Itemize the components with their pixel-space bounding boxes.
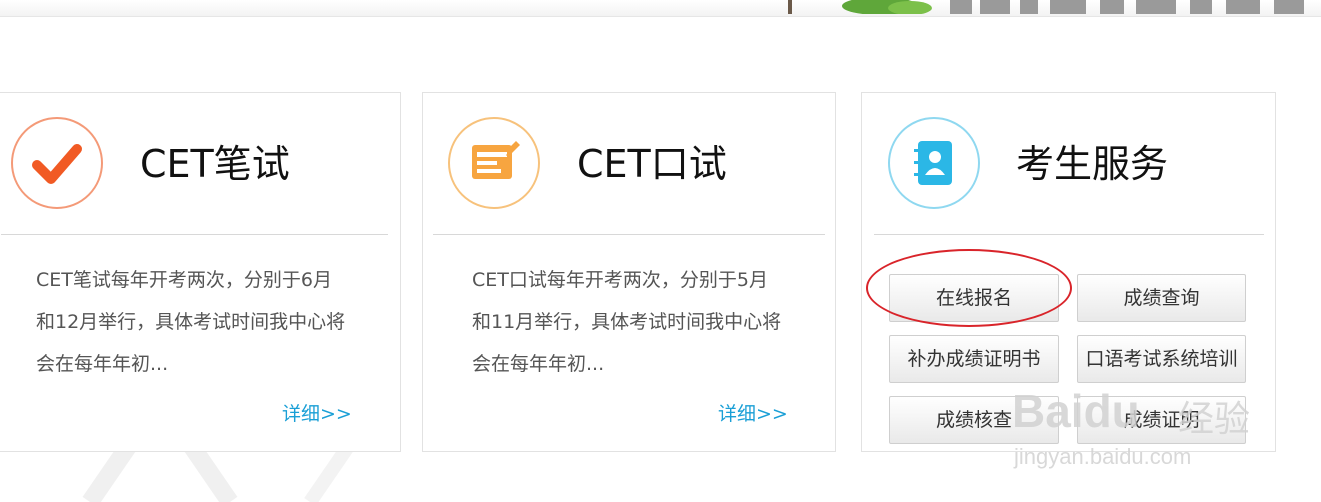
divider	[874, 234, 1264, 235]
divider	[433, 234, 825, 235]
oral-exam-training-button[interactable]: 口语考试系统培训	[1077, 335, 1246, 383]
card-written-exam: CET笔试 CET笔试每年开考两次，分别于6月和12月举行，具体考试时间我中心将…	[0, 92, 401, 452]
reissue-certificate-button[interactable]: 补办成绩证明书	[889, 335, 1059, 383]
card-title: CET口试	[577, 142, 727, 186]
checkmark-icon	[11, 117, 103, 209]
card-title: CET笔试	[140, 142, 290, 186]
details-link[interactable]: 详细>>	[718, 399, 788, 426]
details-link[interactable]: 详细>>	[282, 399, 352, 426]
score-certificate-button[interactable]: 成绩证明	[1077, 396, 1246, 444]
score-query-button[interactable]: 成绩查询	[1077, 274, 1246, 322]
banner-illustration	[788, 0, 1304, 14]
contact-book-icon	[888, 117, 980, 209]
card-title: 考生服务	[1016, 142, 1169, 186]
divider	[1, 234, 388, 235]
online-registration-button[interactable]: 在线报名	[889, 274, 1059, 322]
card-oral-exam: CET口试 CET口试每年开考两次，分别于5月和11月举行，具体考试时间我中心将…	[422, 92, 836, 452]
card-description: CET笔试每年开考两次，分别于6月和12月举行，具体考试时间我中心将会在每年年初…	[36, 269, 346, 375]
certificate-pencil-icon	[448, 117, 540, 209]
card-description: CET口试每年开考两次，分别于5月和11月举行，具体考试时间我中心将会在每年年初…	[472, 269, 782, 375]
score-review-button[interactable]: 成绩核查	[889, 396, 1059, 444]
